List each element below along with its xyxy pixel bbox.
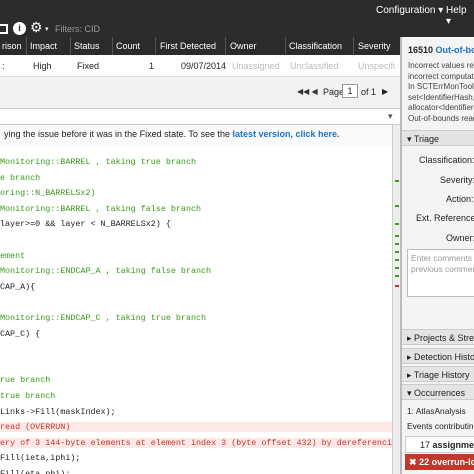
source-scrollbar[interactable] bbox=[392, 125, 400, 474]
error-event-line: read (OVERRUN) bbox=[0, 422, 392, 433]
col-header-classification[interactable]: Classification bbox=[289, 41, 342, 51]
code-line: CAP_C) { bbox=[0, 328, 41, 339]
col-divider bbox=[112, 37, 113, 55]
col-header-status[interactable]: Status bbox=[74, 41, 100, 51]
code-line: Fill(ieta,iphi); bbox=[0, 453, 81, 464]
col-divider bbox=[285, 37, 286, 55]
event-annotation-line: rue branch bbox=[0, 375, 51, 386]
filters-label: Filters: CID bbox=[55, 24, 100, 34]
col-header-severity[interactable]: Severity bbox=[358, 41, 391, 51]
help-menu[interactable]: Help ▾ bbox=[446, 5, 474, 27]
col-header-owner[interactable]: Owner bbox=[230, 41, 257, 51]
error-x-icon: ✖ bbox=[409, 457, 417, 467]
event-marker[interactable] bbox=[395, 251, 399, 253]
caret-down-icon[interactable]: ▾ bbox=[45, 25, 49, 33]
detection-history-section[interactable]: ▸ Detection Histo bbox=[402, 348, 474, 364]
code-line: layer>=0 && layer < N_BARRELSx2) { bbox=[0, 219, 171, 230]
col-header-impact[interactable]: Impact bbox=[30, 41, 57, 51]
occurrences-section[interactable]: ▾ Occurrences bbox=[402, 384, 474, 400]
issues-table-header: rison Impact Status Count First Detected… bbox=[0, 37, 400, 55]
event-annotation-line: e branch bbox=[0, 172, 41, 183]
info-icon[interactable]: i bbox=[13, 22, 26, 35]
col-header-first-detected[interactable]: First Detected bbox=[160, 41, 216, 51]
event-annotation-line: Monitoring::BARREL , taking false branch bbox=[0, 203, 202, 214]
event-marker[interactable] bbox=[395, 205, 399, 207]
event-marker[interactable] bbox=[395, 243, 399, 245]
cell-impact: High bbox=[33, 61, 52, 71]
page-number-input[interactable]: 1 bbox=[342, 84, 358, 98]
event-item-assignment[interactable]: 17 assignme bbox=[405, 436, 474, 453]
col-divider bbox=[70, 37, 71, 55]
event-marker[interactable] bbox=[395, 235, 399, 237]
cell-classification: Unclassified bbox=[290, 61, 339, 71]
fixed-state-notice: ying the issue before it was in the Fixe… bbox=[0, 125, 392, 145]
cell-severity: Unspecifi bbox=[358, 61, 396, 71]
action-label: Action: bbox=[446, 194, 474, 204]
col-divider bbox=[353, 37, 354, 55]
chevron-down-icon[interactable]: ▾ bbox=[388, 111, 393, 122]
event-marker[interactable] bbox=[395, 259, 399, 261]
issue-details-panel: 16510 Out-of-bo Incorrect values rea inc… bbox=[400, 37, 474, 474]
top-toolbar: i ⚙ ▾ Filters: CID Configuration ▾ Help … bbox=[0, 0, 474, 37]
cell-status: Fixed bbox=[77, 61, 100, 71]
comment-textarea[interactable]: Enter comments previous comment bbox=[407, 249, 474, 297]
page-count: of 1 bbox=[361, 87, 377, 97]
configuration-menu[interactable]: Configuration ▾ bbox=[376, 5, 443, 16]
projects-streams-section[interactable]: ▸ Projects & Stre bbox=[402, 329, 474, 345]
error-event-line: ery of 3 144-byte elements at element in… bbox=[0, 437, 392, 448]
severity-label: Severity: bbox=[440, 175, 474, 185]
event-annotation-line: oring::N_BARRELSx2) bbox=[0, 188, 96, 199]
code-line: Links->Fill(maskIndex); bbox=[0, 406, 116, 417]
event-item-overrun[interactable]: ✖ 22 overrun-lo bbox=[405, 454, 474, 470]
col-header-count[interactable]: Count bbox=[116, 41, 140, 51]
triage-history-section[interactable]: ▸ Triage History bbox=[402, 366, 474, 382]
issue-title: 16510 Out-of-bo bbox=[408, 45, 474, 55]
code-line: CAP_A){ bbox=[0, 281, 36, 292]
table-row[interactable]: : High Fixed 1 09/07/2014 Unassigned Unc… bbox=[0, 55, 400, 77]
cell-comparison: : bbox=[2, 61, 5, 71]
cell-owner: Unassigned bbox=[232, 61, 280, 71]
source-file-header: ▾ bbox=[0, 109, 400, 125]
cell-first-detected: 09/07/2014 bbox=[181, 61, 227, 71]
source-code-view: Monitoring::BARREL , taking true branche… bbox=[0, 145, 392, 474]
event-marker[interactable] bbox=[395, 180, 399, 182]
page-label: Page bbox=[323, 87, 345, 97]
event-annotation-line: Monitoring::ENDCAP_C , taking true branc… bbox=[0, 313, 207, 323]
event-marker[interactable] bbox=[395, 223, 399, 225]
col-divider bbox=[155, 37, 156, 55]
code-line: Fill(eta,phi); bbox=[0, 469, 71, 474]
prev-page-icon[interactable]: ◀◀ ◀ bbox=[297, 87, 318, 96]
owner-label: Owner: bbox=[446, 233, 474, 243]
analysis-name[interactable]: 1: AtlasAnalysis bbox=[407, 406, 466, 416]
event-marker[interactable] bbox=[395, 275, 399, 277]
cell-count: 1 bbox=[149, 61, 155, 71]
event-annotation-line: Monitoring::BARREL , taking true branch bbox=[0, 157, 197, 167]
event-annotation-line: true branch bbox=[0, 391, 56, 401]
latest-version-link[interactable]: latest version, click here. bbox=[232, 129, 339, 139]
error-marker[interactable] bbox=[395, 285, 399, 287]
events-contributing-label: Events contributing bbox=[407, 421, 474, 431]
event-annotation-line: ement bbox=[0, 250, 26, 261]
classification-label: Classification: bbox=[419, 155, 474, 165]
pagination-bar: ◀◀ ◀ Page 1 of 1 ▶ bbox=[0, 77, 400, 109]
gear-icon[interactable]: ⚙ bbox=[30, 20, 43, 34]
event-marker[interactable] bbox=[395, 267, 399, 269]
col-divider bbox=[225, 37, 226, 55]
ext-reference-label: Ext. Reference: bbox=[416, 213, 474, 223]
col-divider bbox=[26, 37, 27, 55]
next-page-icon[interactable]: ▶ bbox=[382, 87, 388, 96]
grid-icon[interactable] bbox=[0, 24, 8, 34]
issue-description: Incorrect values rea incorrect computati… bbox=[408, 61, 474, 123]
col-header-comparison[interactable]: rison bbox=[2, 41, 22, 51]
triage-section-header[interactable]: ▾ Triage bbox=[402, 130, 474, 146]
event-annotation-line: Monitoring::ENDCAP_A , taking false bran… bbox=[0, 266, 212, 277]
